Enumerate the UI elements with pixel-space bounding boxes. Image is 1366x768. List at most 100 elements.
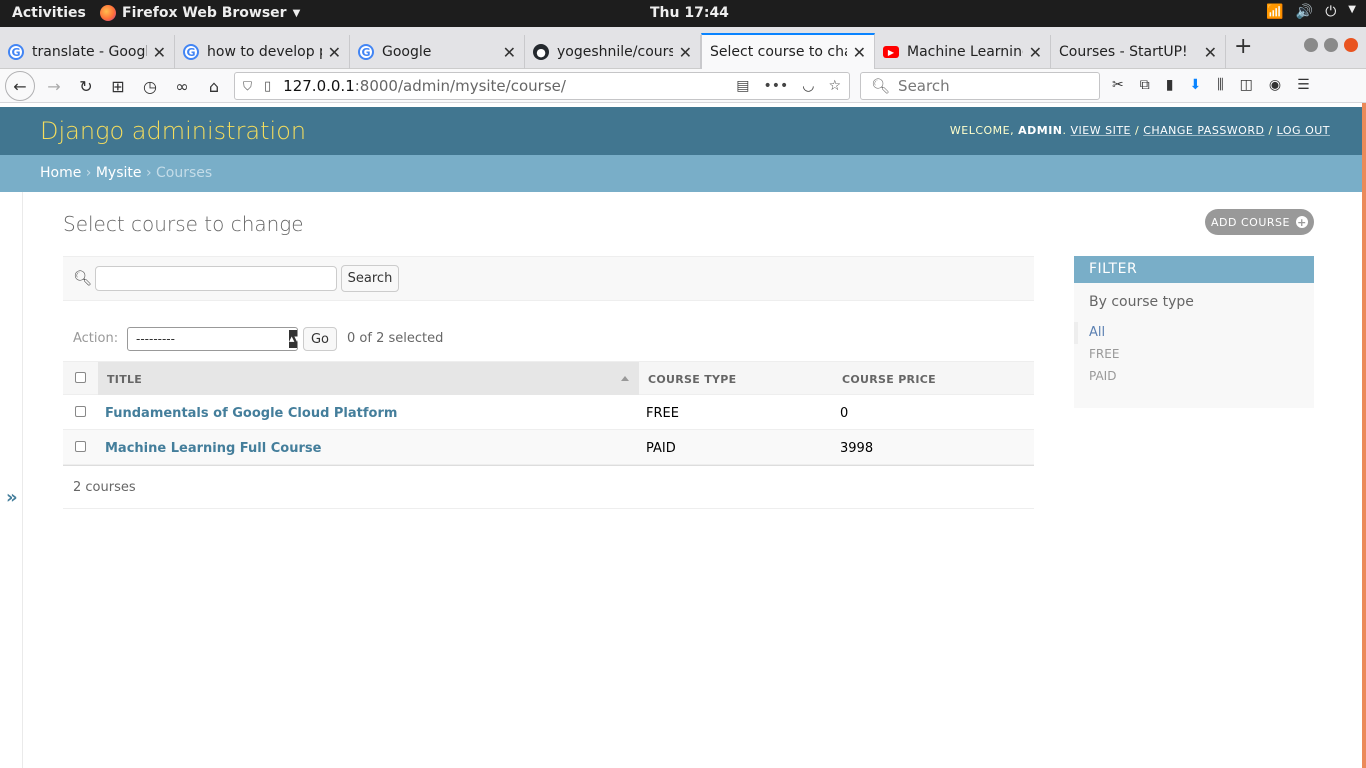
tab-github[interactable]: ● yogeshnile/course ✕: [525, 35, 701, 69]
close-tab-icon[interactable]: ✕: [328, 43, 341, 62]
close-tab-icon[interactable]: ✕: [1204, 43, 1217, 62]
close-window-icon[interactable]: [1344, 38, 1358, 52]
welcome-text: WELCOME,: [949, 124, 1015, 137]
maximize-icon[interactable]: [1324, 38, 1338, 52]
google-icon: G: [183, 44, 199, 60]
url-bar[interactable]: ⛉ ▯ 127.0.0.1:8000/admin/mysite/course/ …: [234, 72, 850, 100]
shield-icon[interactable]: ⛉: [243, 79, 252, 94]
breadcrumb-current: Courses: [156, 165, 213, 181]
table-row: Fundamentals of Google Cloud Platform FR…: [63, 395, 1034, 430]
app-menu[interactable]: Firefox Web Browser ▼: [100, 5, 300, 21]
tab-title: yogeshnile/course: [557, 44, 673, 60]
tab-title: Select course to chan: [710, 44, 847, 60]
activities-button[interactable]: Activities: [12, 5, 86, 21]
copy-icon[interactable]: ⧉: [1140, 77, 1150, 93]
system-tray[interactable]: 📶 🔊 ⏻ ▼: [1266, 4, 1356, 20]
download-icon[interactable]: ⬇: [1189, 77, 1201, 93]
go-button[interactable]: Go: [303, 327, 337, 351]
home-icon[interactable]: ⌂: [202, 74, 226, 98]
search-button[interactable]: Search: [341, 265, 399, 292]
containers-icon[interactable]: ⊞: [106, 74, 130, 98]
tab-title: translate - Google: [32, 44, 147, 60]
course-title-link[interactable]: Fundamentals of Google Cloud Platform: [105, 406, 397, 421]
nav-sidebar-toggle[interactable]: »: [0, 192, 23, 768]
table-row: Machine Learning Full Course PAID 3998: [63, 430, 1034, 465]
filter-panel: FILTER By course type All FREE PAID: [1074, 256, 1314, 408]
navigation-toolbar: ← → ↻ ⊞ ◷ ∞ ⌂ ⛉ ▯ 127.0.0.1:8000/admin/m…: [0, 69, 1366, 103]
tab-courses-startup[interactable]: Courses - StartUP! ✕: [1051, 35, 1226, 69]
cut-icon[interactable]: ✂: [1112, 77, 1124, 93]
change-password-link[interactable]: CHANGE PASSWORD: [1143, 124, 1264, 137]
tab-machine-learning[interactable]: ▶ Machine Learning ✕: [875, 35, 1051, 69]
course-price: 0: [840, 406, 849, 421]
library-icon[interactable]: ⫼: [1217, 77, 1223, 93]
window-controls: [1304, 38, 1358, 52]
add-course-button[interactable]: ADD COURSE +: [1205, 209, 1314, 235]
scrollbar-stripe: [1362, 103, 1366, 768]
course-title-link[interactable]: Machine Learning Full Course: [105, 441, 321, 456]
url-host: 127.0.0.1: [283, 77, 355, 95]
search-icon: 🔍︎: [73, 269, 93, 287]
search-input[interactable]: [95, 266, 337, 291]
clipboard-icon[interactable]: ▮: [1166, 77, 1174, 93]
course-price: 3998: [840, 441, 874, 456]
clock[interactable]: Thu 17:44: [650, 5, 729, 21]
course-type: FREE: [646, 406, 679, 421]
page-actions-icon[interactable]: •••: [763, 78, 788, 94]
tab-select-course[interactable]: Select course to chan ✕: [701, 33, 875, 69]
minimize-icon[interactable]: [1304, 38, 1318, 52]
close-tab-icon[interactable]: ✕: [853, 43, 866, 62]
private-mask-icon[interactable]: ∞: [170, 74, 194, 98]
toolbar-icons: ✂ ⧉ ▮ ⬇ ⫼ ◫ ◉ ☰: [1112, 77, 1310, 93]
sorted-column-bg: [98, 362, 639, 395]
tab-title: Courses - StartUP!: [1059, 44, 1188, 60]
search-icon: 🔍︎: [871, 77, 891, 95]
action-select[interactable]: --------- ▲▼: [127, 327, 300, 351]
tab-how-to-develop[interactable]: G how to develop p ✕: [175, 35, 350, 69]
sidebar-icon[interactable]: ◫: [1240, 77, 1253, 93]
forward-icon[interactable]: →: [42, 74, 66, 98]
page-info-icon[interactable]: ▯: [264, 79, 271, 94]
course-type: PAID: [646, 441, 676, 456]
close-tab-icon[interactable]: ✕: [679, 43, 692, 62]
google-icon: G: [8, 44, 24, 60]
reader-view-icon[interactable]: ▤: [736, 78, 749, 94]
filter-option-all[interactable]: All: [1074, 322, 1314, 344]
page-title: Select course to change: [63, 212, 304, 236]
breadcrumb-home[interactable]: Home: [40, 165, 81, 181]
filter-option-paid[interactable]: PAID: [1074, 366, 1314, 388]
selected-count: 0 of 2 selected: [347, 331, 444, 346]
tab-translate[interactable]: G translate - Google ✕: [0, 35, 175, 69]
new-tab-icon[interactable]: +: [1234, 34, 1252, 59]
tab-google[interactable]: G Google ✕: [350, 35, 525, 69]
row-checkbox[interactable]: [75, 441, 86, 452]
github-icon: ●: [533, 44, 549, 60]
view-site-link[interactable]: VIEW SITE: [1071, 124, 1132, 137]
wifi-icon: 📶: [1266, 4, 1284, 20]
select-all-checkbox[interactable]: [75, 372, 86, 383]
system-top-bar: Activities Firefox Web Browser ▼ Thu 17:…: [0, 0, 1366, 27]
close-tab-icon[interactable]: ✕: [153, 43, 166, 62]
sort-ascending-icon[interactable]: [621, 376, 629, 381]
filter-option-free[interactable]: FREE: [1074, 344, 1314, 366]
plus-icon: +: [1295, 215, 1308, 229]
account-icon[interactable]: ◉: [1269, 77, 1281, 93]
pocket-icon[interactable]: ◡: [802, 78, 814, 94]
back-icon[interactable]: ←: [5, 71, 35, 101]
site-brand[interactable]: Django administration: [40, 117, 306, 145]
paginator: 2 courses: [63, 465, 1034, 509]
close-tab-icon[interactable]: ✕: [503, 43, 516, 62]
column-course-price[interactable]: COURSE PRICE: [842, 373, 936, 386]
breadcrumb-mysite[interactable]: Mysite: [96, 165, 142, 181]
log-out-link[interactable]: LOG OUT: [1277, 124, 1330, 137]
reload-icon[interactable]: ↻: [74, 74, 98, 98]
select-arrow-icon: ▲▼: [289, 330, 300, 348]
history-icon[interactable]: ◷: [138, 74, 162, 98]
search-bar[interactable]: 🔍︎ Search: [860, 72, 1100, 100]
menu-icon[interactable]: ☰: [1297, 77, 1310, 93]
row-checkbox[interactable]: [75, 406, 86, 417]
column-course-type[interactable]: COURSE TYPE: [648, 373, 736, 386]
close-tab-icon[interactable]: ✕: [1029, 43, 1042, 62]
bookmark-star-icon[interactable]: ☆: [828, 78, 841, 94]
column-title[interactable]: TITLE: [107, 373, 142, 386]
